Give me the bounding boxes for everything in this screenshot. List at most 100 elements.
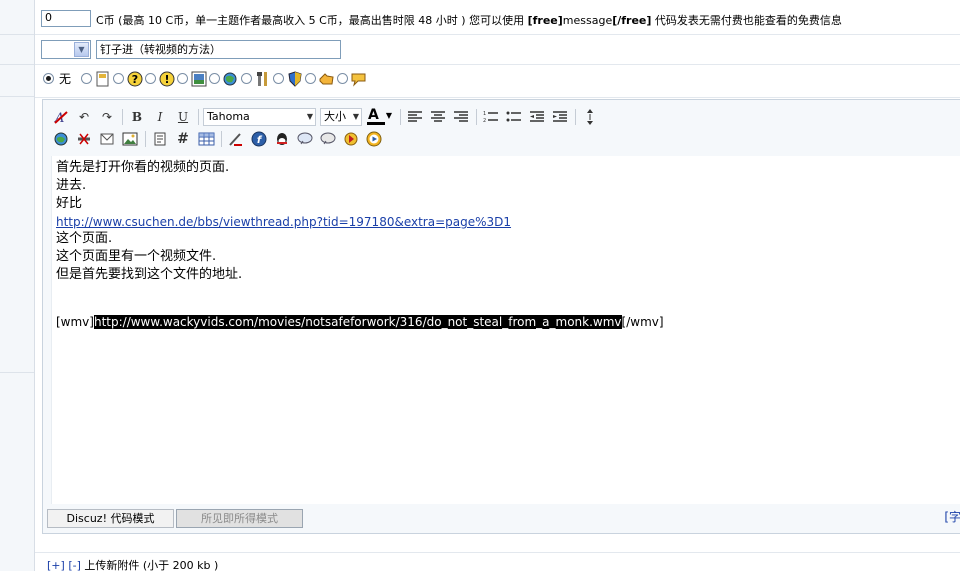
undo-icon[interactable]: ↶: [74, 107, 94, 127]
unlink-icon[interactable]: [74, 129, 94, 149]
svg-text:1: 1: [483, 111, 486, 117]
price-input[interactable]: 0: [41, 10, 91, 27]
radio-doc[interactable]: [81, 73, 93, 84]
clear-format-icon[interactable]: A: [51, 107, 71, 127]
editor-mode-tabs: Discuz! 代码模式 所见即所得模式: [47, 509, 305, 528]
font-family-value: Tahoma: [207, 110, 250, 123]
audio-icon[interactable]: [341, 129, 361, 149]
flash-icon[interactable]: f: [249, 129, 269, 149]
chevron-down-icon: ▼: [74, 42, 89, 57]
align-left-icon[interactable]: [405, 107, 425, 127]
icon-option-thumb[interactable]: [305, 70, 335, 87]
email-icon[interactable]: [97, 129, 117, 149]
content-link-line: http://www.csuchen.de/bbs/viewthread.php…: [56, 214, 511, 231]
underline-icon[interactable]: U: [173, 107, 193, 127]
table-icon[interactable]: [196, 129, 216, 149]
toolbar-divider: [198, 109, 199, 125]
content-line: 好比: [56, 196, 83, 211]
radio-picture[interactable]: [177, 73, 189, 84]
comment-icon: [350, 70, 367, 87]
icon-option-doc[interactable]: [81, 70, 111, 87]
text-color-button[interactable]: A ▼: [366, 107, 392, 127]
font-family-select[interactable]: Tahoma ▼: [203, 108, 316, 126]
chevron-down-icon: ▼: [352, 112, 359, 121]
editor-toolbar: A ↶ ↷ B I U Tahoma ▼ 大小 ▼ A ▼: [51, 106, 603, 150]
radio-comment[interactable]: [337, 73, 349, 84]
svg-text:!: !: [164, 73, 169, 86]
left-separator: [0, 34, 34, 35]
left-separator: [0, 64, 34, 65]
picture-icon: [190, 70, 207, 87]
radio-question[interactable]: [113, 73, 125, 84]
ordered-list-icon[interactable]: 12: [481, 107, 501, 127]
code-icon[interactable]: #: [173, 129, 193, 149]
question-icon: ?: [126, 70, 143, 87]
rich-text-editor: A ↶ ↷ B I U Tahoma ▼ 大小 ▼ A ▼: [42, 99, 960, 534]
unordered-list-icon[interactable]: [504, 107, 524, 127]
icon-option-shield[interactable]: [273, 70, 303, 87]
bold-icon[interactable]: B: [127, 107, 147, 127]
icon-option-question[interactable]: ?: [113, 70, 143, 87]
subject-input[interactable]: 钉子进（转视频的方法）: [96, 40, 341, 59]
radio-thumb[interactable]: [305, 73, 317, 84]
toolbar-divider: [221, 131, 222, 147]
code-mode-tab[interactable]: Discuz! 代码模式: [47, 509, 174, 528]
content-link[interactable]: http://www.csuchen.de/bbs/viewthread.php…: [56, 215, 511, 229]
icon-none-label: 无: [59, 72, 72, 86]
qq-icon[interactable]: [272, 129, 292, 149]
post-icon-row: 无 ? !: [35, 65, 960, 98]
smiley-chat-icon[interactable]: [295, 129, 315, 149]
radio-shield[interactable]: [273, 73, 285, 84]
redo-icon[interactable]: ↷: [97, 107, 117, 127]
doc-icon: [94, 70, 111, 87]
font-size-value: 大小: [324, 110, 346, 123]
icon-option-tools[interactable]: [241, 70, 271, 87]
icon-option-none[interactable]: 无: [43, 70, 79, 87]
wmv-close-tag: [/wmv]: [621, 315, 664, 329]
thread-type-select[interactable]: ▼: [41, 40, 91, 59]
resize-icon[interactable]: [580, 107, 600, 127]
italic-icon[interactable]: I: [150, 107, 170, 127]
exclamation-icon: !: [158, 70, 175, 87]
content-line: 进去.: [56, 178, 87, 193]
chat-icon[interactable]: [318, 129, 338, 149]
quote-icon[interactable]: [150, 129, 170, 149]
icon-option-exclamation[interactable]: !: [145, 70, 175, 87]
word-count-link[interactable]: [字: [944, 508, 960, 525]
wmv-open-tag: [wmv]: [56, 315, 94, 329]
icon-option-picture[interactable]: [177, 70, 207, 87]
thumb-icon: [318, 70, 335, 87]
icon-option-globe[interactable]: [209, 70, 239, 87]
radio-none[interactable]: [43, 73, 54, 84]
outdent-icon[interactable]: [527, 107, 547, 127]
svg-text:?: ?: [131, 73, 137, 86]
shield-icon: [286, 70, 303, 87]
attach-collapse-link[interactable]: [-]: [68, 559, 81, 572]
attachment-row: [+] [-] 上传新附件 (小于 200 kb ): [35, 552, 960, 572]
subject-row: ▼ 钉子进（转视频的方法）: [35, 35, 960, 65]
image-icon[interactable]: [120, 129, 140, 149]
indent-icon[interactable]: [550, 107, 570, 127]
attach-expand-link[interactable]: [+]: [47, 559, 65, 572]
content-line: 这个页面里有一个视频文件.: [56, 249, 217, 264]
left-separator: [0, 96, 34, 97]
align-center-icon[interactable]: [428, 107, 448, 127]
tools-icon: [254, 70, 271, 87]
wysiwyg-mode-tab[interactable]: 所见即所得模式: [176, 509, 303, 528]
align-right-icon[interactable]: [451, 107, 471, 127]
media-play-icon[interactable]: [364, 129, 384, 149]
link-icon[interactable]: [51, 129, 71, 149]
text-color-swatch: [367, 122, 385, 125]
text-color-icon: A: [368, 107, 379, 123]
wmv-line: [wmv]http://www.wackyvids.com/movies/not…: [56, 314, 664, 331]
radio-tools[interactable]: [241, 73, 253, 84]
hide-icon[interactable]: [226, 129, 246, 149]
font-size-select[interactable]: 大小 ▼: [320, 108, 362, 126]
radio-globe[interactable]: [209, 73, 221, 84]
content-line: 这个页面.: [56, 231, 113, 246]
toolbar-divider: [122, 109, 123, 125]
toolbar-divider: [400, 109, 401, 125]
radio-exclamation[interactable]: [145, 73, 157, 84]
editor-content[interactable]: 首先是打开你看的视频的页面. 进去. 好比 http://www.csuchen…: [51, 156, 960, 504]
icon-option-comment[interactable]: [337, 70, 367, 87]
